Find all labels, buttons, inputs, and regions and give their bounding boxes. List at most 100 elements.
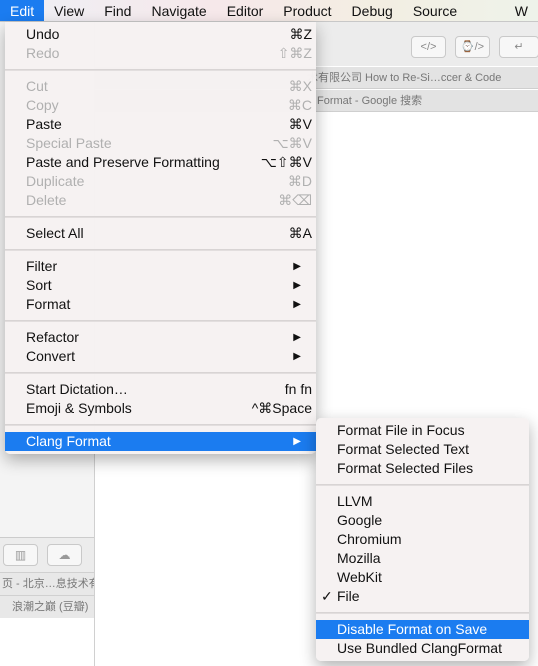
menu-item-label: Google: [337, 512, 383, 528]
menu-item-emoji-symbols[interactable]: Emoji & Symbols ^⌘Space: [5, 399, 316, 418]
menu-item-paste-and-preserve-formatting[interactable]: Paste and Preserve Formatting ⌥⇧⌘V: [5, 153, 316, 172]
menu-item-cut[interactable]: Cut ⌘X: [5, 77, 316, 96]
menu-navigate[interactable]: Navigate: [141, 0, 216, 21]
menu-item-label: File: [337, 588, 360, 604]
menu-item-refactor[interactable]: Refactor ▶: [5, 328, 316, 347]
menu-debug[interactable]: Debug: [342, 0, 403, 21]
menu-item-mozilla[interactable]: Mozilla: [316, 549, 529, 568]
menu-item-label: Use Bundled ClangFormat: [337, 640, 502, 656]
menu-item-delete[interactable]: Delete ⌘⌫: [5, 191, 316, 210]
shortcut: ⌘A: [288, 225, 312, 241]
menu-item-select-all[interactable]: Select All ⌘A: [5, 224, 316, 243]
menu-item-label: Format: [26, 296, 71, 312]
menu-w[interactable]: W: [505, 0, 538, 21]
menu-item-label: Cut: [26, 78, 48, 94]
menu-item-disable-format-on-save[interactable]: Disable Format on Save: [316, 620, 529, 639]
menu-item-duplicate[interactable]: Duplicate ⌘D: [5, 172, 316, 191]
menu-find[interactable]: Find: [94, 0, 141, 21]
assistant-editor-button[interactable]: ⌚/>: [455, 36, 490, 58]
menu-separator: [5, 424, 316, 426]
menu-item-webkit[interactable]: WebKit: [316, 568, 529, 587]
menu-item-format[interactable]: Format ▶: [5, 295, 316, 314]
menu-item-label: Start Dictation…: [26, 381, 128, 397]
shortcut: ⌘D: [287, 173, 312, 189]
menu-item-google[interactable]: Google: [316, 511, 529, 530]
menu-item-label: Chromium: [337, 531, 402, 547]
menu-item-label: Sort: [26, 277, 52, 293]
menu-item-format-file-in-focus[interactable]: Format File in Focus: [316, 421, 529, 440]
menu-item-paste[interactable]: Paste ⌘V: [5, 115, 316, 134]
menu-item-start-dictation[interactable]: Start Dictation… fn fn: [5, 380, 316, 399]
submenu-arrow-icon: ▶: [293, 299, 301, 310]
menu-item-convert[interactable]: Convert ▶: [5, 347, 316, 366]
menu-item-chromium[interactable]: Chromium: [316, 530, 529, 549]
submenu-arrow-icon: ▶: [293, 351, 301, 362]
menu-item-special-paste[interactable]: Special Paste ⌥⌘V: [5, 134, 316, 153]
menu-item-label: LLVM: [337, 493, 373, 509]
version-editor-button[interactable]: ↵: [499, 36, 538, 58]
background-browser-window: ▥ ☁ 页 - 北京…息技术有 浪潮之巅 (豆瓣): [0, 537, 94, 666]
menu-item-format-selected-files[interactable]: Format Selected Files: [316, 459, 529, 478]
menu-item-label: Redo: [26, 45, 60, 61]
menu-bar: Edit View Find Navigate Editor Product Debug So…: [0, 0, 538, 41]
shortcut: ⌘V: [288, 116, 312, 132]
menu-item-label: Mozilla: [337, 550, 381, 566]
menu-item-label: Emoji & Symbols: [26, 400, 132, 416]
menu-item-llvm[interactable]: LLVM: [316, 492, 529, 511]
menu-item-label: Clang Format: [26, 433, 111, 449]
menu-item-label: Paste: [26, 116, 62, 132]
menu-item-filter[interactable]: Filter ▶: [5, 257, 316, 276]
menu-item-copy[interactable]: Copy ⌘C: [5, 96, 316, 115]
submenu-arrow-icon: ▶: [293, 332, 301, 343]
menu-item-label: Duplicate: [26, 173, 85, 189]
menu-item-clang-format[interactable]: Clang Format ▶: [5, 432, 316, 451]
submenu-arrow-icon: ▶: [293, 261, 301, 272]
menu-editor[interactable]: Editor: [217, 0, 274, 21]
menu-separator: [5, 216, 316, 218]
shortcut: ⇧⌘Z: [277, 45, 312, 61]
menu-item-redo[interactable]: Redo ⇧⌘Z: [5, 44, 316, 63]
checkmark-icon: ✓: [321, 588, 333, 604]
menu-edit[interactable]: Edit: [0, 0, 45, 21]
shortcut: ⌘C: [287, 97, 312, 113]
menu-item-label: Refactor: [26, 329, 79, 345]
menu-item-label: Special Paste: [26, 135, 112, 151]
menu-separator: [5, 249, 316, 251]
menu-separator: [5, 372, 316, 374]
menu-item-label: Format File in Focus: [337, 422, 465, 438]
menu-item-file[interactable]: ✓ File: [316, 587, 529, 606]
menu-item-use-bundled-clangformat[interactable]: Use Bundled ClangFormat: [316, 639, 529, 658]
submenu-arrow-icon: ▶: [293, 436, 301, 447]
tab[interactable]: 浪潮之巅 (豆瓣): [0, 595, 94, 618]
menu-item-sort[interactable]: Sort ▶: [5, 276, 316, 295]
menu-item-label: Filter: [26, 258, 58, 274]
menu-product[interactable]: Product: [273, 0, 341, 21]
menu-item-label: Disable Format on Save: [337, 621, 488, 637]
menu-item-label: Convert: [26, 348, 76, 364]
menu-source-control[interactable]: Source Control: [403, 0, 505, 41]
shortcut: ⌘⌫: [278, 192, 312, 208]
menu-item-label: Delete: [26, 192, 67, 208]
menu-separator: [316, 484, 529, 486]
shortcut: ⌥⇧⌘V: [260, 154, 312, 170]
shortcut: ⌥⌘V: [272, 135, 312, 151]
sidebar-icon[interactable]: ▥: [3, 544, 38, 566]
shortcut: fn fn: [284, 381, 312, 397]
menu-item-format-selected-text[interactable]: Format Selected Text: [316, 440, 529, 459]
standard-editor-button[interactable]: </>: [411, 36, 446, 58]
shortcut: ⌘Z: [289, 26, 312, 42]
tab[interactable]: 页 - 北京…息技术有: [0, 572, 94, 595]
edit-menu: Undo ⌘Z Redo ⇧⌘Z Cut ⌘X Copy ⌘C Paste ⌘V Special P…: [5, 22, 316, 454]
submenu-arrow-icon: ▶: [293, 280, 301, 291]
menu-item-label: Undo: [26, 26, 60, 42]
menu-item-label: Format Selected Text: [337, 441, 470, 457]
menu-separator: [5, 69, 316, 71]
menu-item-label: Format Selected Files: [337, 460, 474, 476]
shortcut: ⌘X: [288, 78, 312, 94]
clang-format-submenu: Format File in Focus Format Selected Text…: [316, 418, 529, 661]
menu-item-undo[interactable]: Undo ⌘Z: [5, 25, 316, 44]
menu-item-label: Select All: [26, 225, 84, 241]
menu-view[interactable]: View: [44, 0, 94, 21]
cloud-icon[interactable]: ☁: [47, 544, 82, 566]
shortcut: ^⌘Space: [251, 400, 312, 416]
